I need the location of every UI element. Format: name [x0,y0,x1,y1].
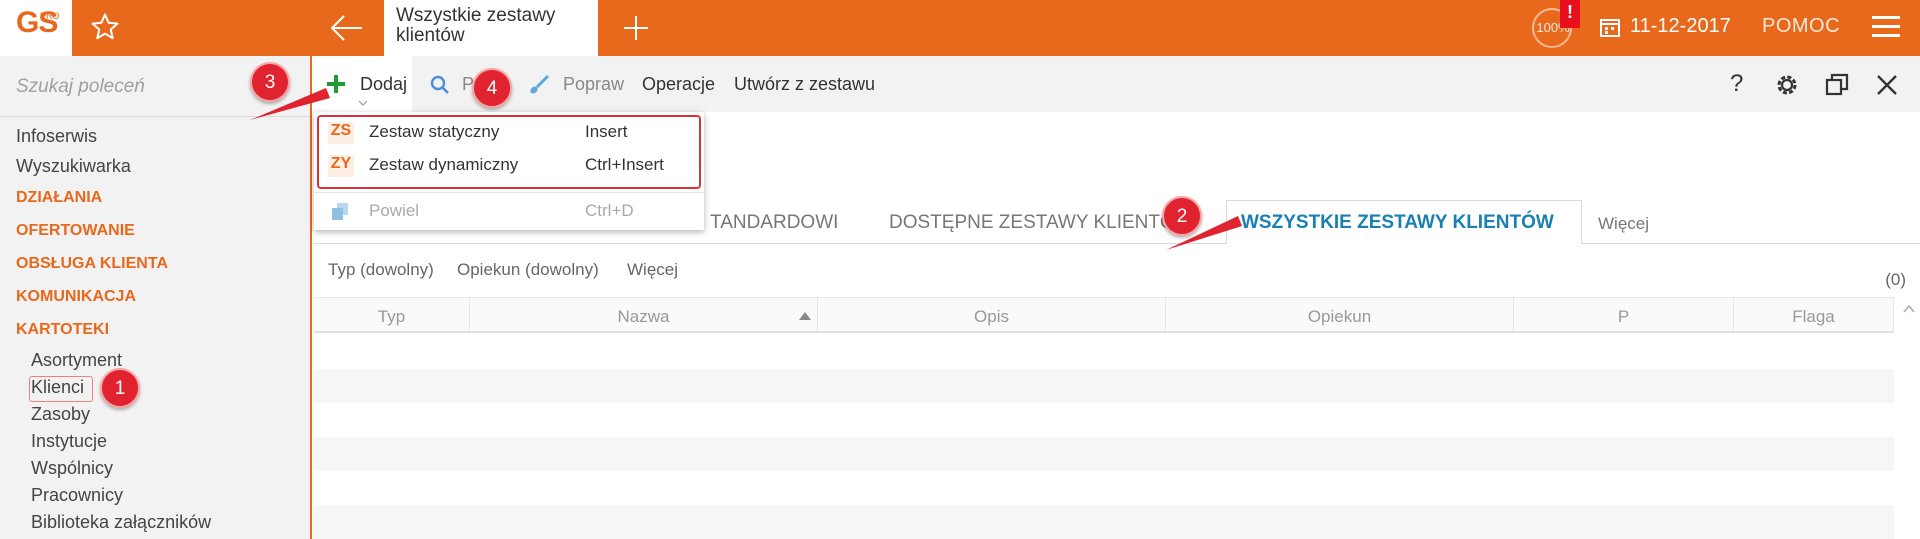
sidebar-item-infoserwis[interactable]: Infoserwis [16,126,97,147]
alert-mark: ! [1567,2,1573,22]
menu-divider [314,192,704,193]
top-bar: GS PRO Wszystkie zestawy klientów 100% !… [0,0,1920,56]
column-opis[interactable]: Opis [818,298,1166,334]
sidebar-section-dzialania[interactable]: DZIAŁANIA [16,189,102,207]
create-from-set-button[interactable]: Utwórz z zestawu [734,74,875,95]
column-opis-label: Opis [974,307,1009,326]
column-p-label: P [1617,307,1630,326]
callout-3: 3 [250,62,290,102]
add-button[interactable]: Dodaj [314,56,412,112]
filter-more[interactable]: Więcej [627,260,678,280]
sidebar-item-biblioteka[interactable]: Biblioteka załączników [31,512,211,533]
calendar-icon[interactable] [1600,17,1620,37]
tab-title: Wszystkie zestawy klientów [396,5,556,46]
menu-item-dynamic-set[interactable]: ZY Zestaw dynamiczny Ctrl+Insert [314,149,704,181]
plus-icon [327,75,345,93]
fix-button[interactable]: Popraw [563,74,624,95]
sidebar-section-ofertowanie[interactable]: OFERTOWANIE [16,222,135,240]
alert-badge[interactable]: ! [1560,0,1580,28]
app-logo[interactable]: GS PRO [0,0,72,56]
sidebar-item-wspolnicy[interactable]: Wspólnicy [31,458,113,479]
chevron-down-icon [358,100,368,106]
logo-badge: PRO [40,11,60,21]
dynamic-set-label: Zestaw dynamiczny [369,155,519,174]
record-count: (0) [1885,270,1906,289]
table-row[interactable] [314,335,1894,369]
sidebar-item-klienci[interactable]: Klienci [31,377,84,398]
sidebar-section-obsluga-klienta[interactable]: OBSŁUGA KLIENTA [16,255,168,273]
callout-3-label: 3 [264,72,276,93]
menu-item-static-set[interactable]: ZS Zestaw statyczny Insert [314,116,704,148]
help-icon[interactable]: ? [1730,70,1743,98]
add-label: Dodaj [360,74,408,94]
gear-icon[interactable] [1774,72,1800,98]
static-set-shortcut: Insert [585,122,628,141]
scroll-up-icon[interactable] [1902,302,1916,316]
menu-item-duplicate[interactable]: Powiel Ctrl+D [314,195,704,227]
filter-owner[interactable]: Opiekun (dowolny) [457,260,599,280]
table-row[interactable] [314,437,1894,471]
column-opiekun-label: Opiekun [1307,307,1372,326]
sidebar-item-asortyment[interactable]: Asortyment [31,350,122,371]
sidebar-item-zasoby[interactable]: Zasoby [31,404,90,425]
tab-wszystkie-zestawy[interactable]: Wszystkie zestawy klientów [384,0,598,56]
menu-hamburger-icon[interactable] [1872,16,1900,38]
operations-button[interactable]: Operacje [642,74,715,95]
table-row[interactable] [314,403,1894,437]
dynamic-set-shortcut: Ctrl+Insert [585,155,664,174]
callout-2: 2 [1162,196,1202,236]
brush-icon[interactable] [528,74,550,96]
callout-1: 1 [100,368,140,408]
callout-4-label: 4 [486,78,498,99]
command-search-input[interactable]: Szukaj poleceń [16,76,145,98]
column-flaga-label: Flaga [1792,307,1835,326]
favorite-star-icon[interactable] [90,12,120,42]
tab-available-sets[interactable]: DOSTĘPNE ZESTAWY KLIENTÓW [889,212,1193,234]
column-typ-label: Typ [377,307,406,326]
column-typ[interactable]: Typ [314,298,470,334]
current-date[interactable]: 11-12-2017 [1630,15,1731,38]
column-opiekun[interactable]: Opiekun [1166,298,1514,334]
duplicate-shortcut: Ctrl+D [585,201,634,220]
tab-all-sets[interactable]: WSZYSTKIE ZESTAWY KLIENTÓW [1226,200,1582,245]
column-flaga[interactable]: Flaga [1734,298,1894,334]
duplicate-label: Powiel [369,201,420,220]
tab-standard[interactable]: TANDARDOWI [710,212,838,234]
dynamic-set-code: ZY [328,155,354,177]
table-row[interactable] [314,505,1894,539]
callout-4: 4 [472,68,512,108]
tab-all-sets-label: WSZYSTKIE ZESTAWY KLIENTÓW [1241,212,1554,233]
column-nazwa-label: Nazwa [617,307,670,326]
sidebar-divider [0,116,310,117]
add-dropdown-menu: ZS Zestaw statyczny Insert ZY Zestaw dyn… [314,112,704,230]
callout-2-label: 2 [1176,206,1188,227]
filter-type[interactable]: Typ (dowolny) [328,260,434,280]
grid-header: Typ Nazwa Opis Opiekun P Flaga [314,297,1894,334]
sidebar: Szukaj poleceń Infoserwis Wyszukiwarka D… [0,56,312,539]
static-set-code: ZS [328,122,354,144]
sort-ascending-icon [799,312,811,320]
static-set-label: Zestaw statyczny [369,122,500,141]
table-row[interactable] [314,471,1894,505]
close-icon[interactable] [1874,72,1900,98]
callout-1-label: 1 [114,378,126,399]
search-icon[interactable] [430,75,450,95]
sidebar-section-kartoteki[interactable]: KARTOTEKI [16,321,109,339]
help-link[interactable]: POMOC [1762,15,1840,38]
new-tab-plus-icon[interactable] [620,12,652,44]
sidebar-section-komunikacja[interactable]: KOMUNIKACJA [16,288,136,306]
sidebar-item-wyszukiwarka[interactable]: Wyszukiwarka [16,156,131,177]
sidebar-item-pracownicy[interactable]: Pracownicy [31,485,123,506]
duplicate-icon [332,203,348,220]
column-nazwa[interactable]: Nazwa [470,298,818,334]
restore-window-icon[interactable] [1824,72,1850,98]
column-p[interactable]: P [1514,298,1734,334]
back-arrow-icon[interactable] [328,13,364,43]
sidebar-item-instytucje[interactable]: Instytucje [31,431,107,452]
tab-more[interactable]: Więcej [1598,214,1649,234]
table-row[interactable] [314,369,1894,403]
toolbar: Dodaj P Popraw Operacje Utwórz z zestawu… [314,56,1920,112]
